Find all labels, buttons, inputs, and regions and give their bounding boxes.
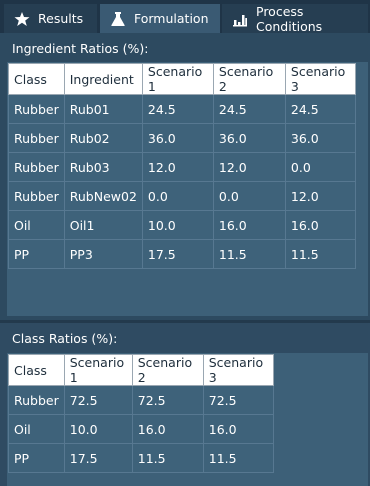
ingredient-table-header: Class Ingredient Scenario 1 Scenario 2 S… [8,63,356,95]
table-cell[interactable]: 24.5 [212,94,286,124]
class-table: Class Scenario 1 Scenario 2 Scenario 3 R… [8,354,274,473]
table-cell[interactable]: 10.0 [63,414,133,444]
table-cell[interactable]: 0.0 [284,152,356,182]
table-cell[interactable]: 72.5 [202,385,274,415]
table-cell[interactable]: 17.5 [63,443,133,473]
table-cell[interactable]: PP [8,239,65,269]
table-cell[interactable]: Oil1 [63,210,143,240]
table-cell[interactable]: PP [8,443,65,473]
table-cell[interactable]: Rubber [8,123,65,153]
table-cell[interactable]: Rub03 [63,152,143,182]
table-cell[interactable]: 17.5 [141,239,214,269]
table-cell[interactable]: 36.0 [141,123,214,153]
table-cell[interactable]: 16.0 [284,210,356,240]
table-cell[interactable]: 36.0 [284,123,356,153]
table-cell[interactable]: 16.0 [131,414,204,444]
table-cell[interactable]: Rubber [8,94,65,124]
ingredient-ratios-title: Ingredient Ratios (%): [12,41,149,56]
table-cell[interactable]: 36.0 [212,123,286,153]
table-cell[interactable]: 72.5 [131,385,204,415]
table-cell[interactable]: 11.5 [284,239,356,269]
table-cell[interactable]: PP3 [63,239,143,269]
class-table-header: Class Scenario 1 Scenario 2 Scenario 3 [8,354,274,386]
table-cell[interactable]: 11.5 [202,443,274,473]
bar-chart-icon [232,11,248,27]
table-row[interactable]: Oil 10.0 16.0 16.0 [8,414,274,444]
table-cell[interactable]: 12.0 [212,152,286,182]
tab-results-label: Results [38,11,84,26]
tab-formulation-label: Formulation [134,11,209,26]
tab-process-conditions-label: Process Conditions [256,3,323,34]
table-row[interactable]: Rubber 72.5 72.5 72.5 [8,385,274,415]
table-row[interactable]: Oil Oil1 10.0 16.0 16.0 [8,210,356,240]
table-cell[interactable]: 12.0 [141,152,214,182]
table-cell[interactable]: 16.0 [202,414,274,444]
table-cell[interactable]: Rubber [8,385,65,415]
flask-icon [110,11,126,27]
column-header[interactable]: Ingredient [63,63,143,95]
table-cell[interactable]: 10.0 [141,210,214,240]
star-icon [14,11,30,27]
class-table-area: Class Scenario 1 Scenario 2 Scenario 3 R… [7,353,368,486]
table-row[interactable]: PP PP3 17.5 11.5 11.5 [8,239,356,269]
table-row[interactable]: Rubber Rub01 24.5 24.5 24.5 [8,94,356,124]
table-cell[interactable]: 11.5 [212,239,286,269]
table-cell[interactable]: 24.5 [284,94,356,124]
table-cell[interactable]: Rub01 [63,94,143,124]
column-header[interactable]: Class [8,354,65,386]
ingredient-ratios-panel: Ingredient Ratios (%): Class Ingredient … [0,33,370,323]
column-header[interactable]: Scenario 3 [284,63,356,95]
column-header[interactable]: Scenario 1 [141,63,214,95]
table-cell[interactable]: 72.5 [63,385,133,415]
table-cell[interactable]: 16.0 [212,210,286,240]
table-row[interactable]: Rubber Rub02 36.0 36.0 36.0 [8,123,356,153]
column-header[interactable]: Scenario 1 [63,354,133,386]
column-header[interactable]: Scenario 2 [212,63,286,95]
column-header[interactable]: Scenario 2 [131,354,204,386]
table-row[interactable]: Rubber Rub03 12.0 12.0 0.0 [8,152,356,182]
column-header[interactable]: Class [8,63,65,95]
table-cell[interactable]: 0.0 [141,181,214,211]
tab-bar: Results Formulation Process Conditions [0,0,370,34]
ingredient-table: Class Ingredient Scenario 1 Scenario 2 S… [8,63,356,269]
class-ratios-title: Class Ratios (%): [12,331,118,346]
class-ratios-panel: Class Ratios (%): Class Scenario 1 Scena… [0,323,370,486]
tab-results[interactable]: Results [4,4,97,33]
table-cell[interactable]: Rub02 [63,123,143,153]
table-cell[interactable]: 12.0 [284,181,356,211]
column-header[interactable]: Scenario 3 [202,354,274,386]
ingredient-table-area: Class Ingredient Scenario 1 Scenario 2 S… [7,62,368,316]
table-cell[interactable]: Oil [8,414,65,444]
table-cell[interactable]: RubNew02 [63,181,143,211]
table-cell[interactable]: Oil [8,210,65,240]
table-cell[interactable]: 11.5 [131,443,204,473]
table-cell[interactable]: Rubber [8,152,65,182]
tab-formulation[interactable]: Formulation [100,4,220,33]
table-cell[interactable]: 0.0 [212,181,286,211]
table-row[interactable]: Rubber RubNew02 0.0 0.0 12.0 [8,181,356,211]
table-cell[interactable]: Rubber [8,181,65,211]
table-row[interactable]: PP 17.5 11.5 11.5 [8,443,274,473]
tab-process-conditions[interactable]: Process Conditions [222,3,368,34]
table-cell[interactable]: 24.5 [141,94,214,124]
